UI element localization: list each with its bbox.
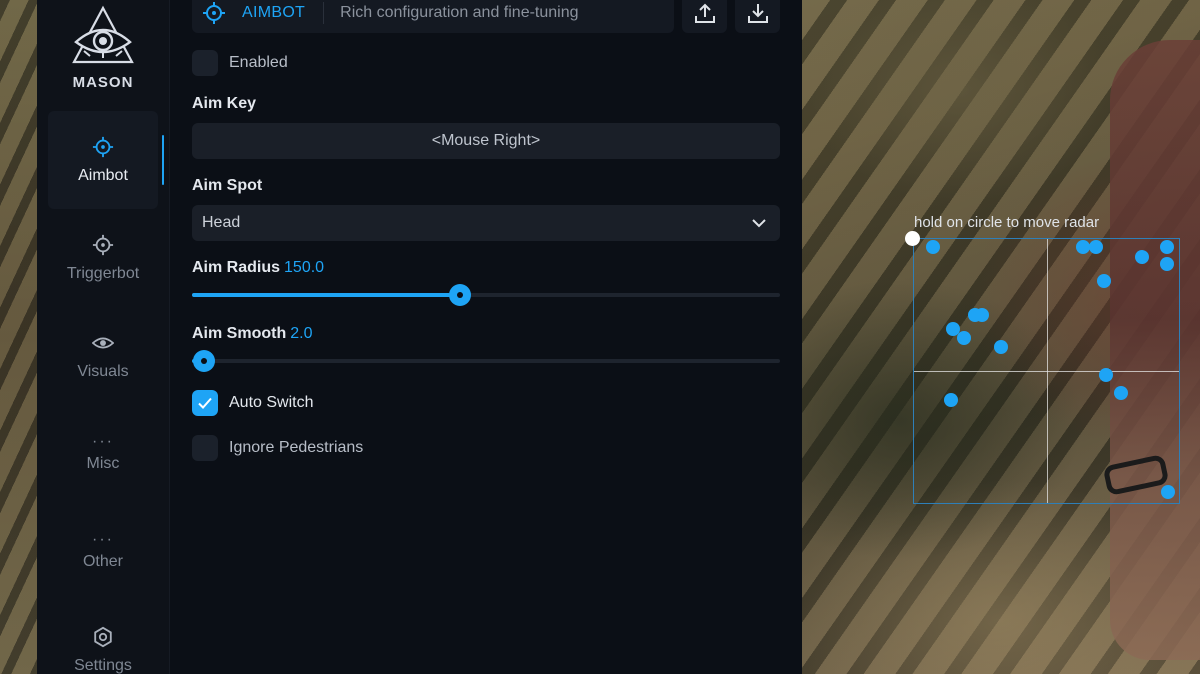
sidebar: MASON Aimbot Triggerbot Visuals ··· Misc… <box>37 0 170 674</box>
slider-fill <box>192 293 461 297</box>
aimbot-panel: AIMBOT Rich configuration and fine-tunin… <box>170 0 802 674</box>
radar-blip <box>1097 274 1111 288</box>
page-description: Rich configuration and fine-tuning <box>340 3 579 21</box>
sidebar-item-aimbot[interactable]: Aimbot <box>48 111 164 209</box>
export-config-button[interactable] <box>682 0 727 33</box>
aim-spot-label-text: Aim Spot <box>192 177 263 194</box>
radar-blip <box>1114 386 1128 400</box>
aim-smooth-label-text: Aim Smooth <box>192 325 287 342</box>
radar-blip <box>1076 240 1090 254</box>
auto-switch-toggle[interactable]: Auto Switch <box>192 390 313 416</box>
radar-hint-text: hold on circle to move radar <box>914 214 1100 231</box>
sidebar-item-misc[interactable]: ··· Misc <box>48 405 158 503</box>
aim-smooth-label: Aim Smooth 2.0 <box>192 325 312 343</box>
sidebar-item-visuals[interactable]: Visuals <box>48 307 158 405</box>
ignore-pedestrians-checkbox[interactable] <box>192 435 218 461</box>
eye-triangle-logo-icon <box>72 5 134 64</box>
radar-blip <box>1099 368 1113 382</box>
sidebar-item-label: Misc <box>86 455 120 472</box>
dots-icon: ··· <box>92 531 114 548</box>
aim-radius-label-text: Aim Radius <box>192 259 281 276</box>
enabled-checkbox[interactable] <box>192 50 218 76</box>
game-background-left <box>0 0 40 674</box>
aim-radius-label: Aim Radius 150.0 <box>192 259 324 277</box>
aim-spot-select[interactable]: Head <box>192 205 780 241</box>
auto-switch-label: Auto Switch <box>229 394 314 411</box>
sidebar-nav: Aimbot Triggerbot Visuals ··· Misc ··· O… <box>37 111 169 674</box>
radar-blip <box>926 240 940 254</box>
slider-track <box>192 359 780 363</box>
radar-blip <box>1161 485 1175 499</box>
sidebar-item-label: Visuals <box>77 362 129 380</box>
radar-blip <box>1160 257 1174 271</box>
download-icon <box>747 3 768 23</box>
aim-key-button[interactable]: <Mouse Right> <box>192 123 780 159</box>
auto-switch-checkbox[interactable] <box>192 390 218 416</box>
aim-radius-slider[interactable] <box>192 284 780 306</box>
radar-blip <box>957 331 971 345</box>
ignore-pedestrians-label: Ignore Pedestrians <box>229 439 364 456</box>
radar-blip <box>944 393 958 407</box>
aim-smooth-value: 2.0 <box>290 325 313 342</box>
logo: MASON <box>70 4 136 91</box>
sidebar-item-other[interactable]: ··· Other <box>48 503 158 601</box>
eye-icon <box>92 337 114 348</box>
sidebar-item-label: Triggerbot <box>66 264 140 282</box>
aim-radius-value: 150.0 <box>284 259 325 276</box>
crosshair-icon <box>92 234 114 255</box>
page-header: AIMBOT Rich configuration and fine-tunin… <box>192 0 674 33</box>
radar-vertical-axis <box>1047 239 1048 503</box>
sidebar-item-label: Aimbot <box>78 166 128 184</box>
radar-blip <box>975 308 989 322</box>
crosshair-icon <box>203 1 225 24</box>
gear-icon <box>94 626 112 647</box>
sidebar-item-label: Settings <box>74 656 132 674</box>
radar-blip <box>1135 250 1149 264</box>
slider-thumb[interactable] <box>449 284 472 306</box>
aim-smooth-slider[interactable] <box>192 350 780 372</box>
page-title: AIMBOT <box>242 3 306 21</box>
slider-thumb[interactable] <box>192 350 215 372</box>
ignore-pedestrians-toggle[interactable]: Ignore Pedestrians <box>192 435 363 461</box>
upload-icon <box>694 3 715 23</box>
cheat-menu-window: MASON Aimbot Triggerbot Visuals ··· Misc… <box>37 0 802 674</box>
sidebar-item-settings[interactable]: Settings <box>48 601 158 674</box>
sidebar-item-triggerbot[interactable]: Triggerbot <box>48 209 158 307</box>
radar[interactable] <box>913 238 1180 504</box>
import-config-button[interactable] <box>735 0 780 33</box>
aim-spot-label: Aim Spot <box>192 177 262 195</box>
logo-text: MASON <box>72 74 134 91</box>
enabled-label: Enabled <box>229 54 288 71</box>
aim-key-label-text: Aim Key <box>192 95 257 112</box>
crosshair-icon <box>92 136 114 157</box>
radar-blip <box>1160 240 1174 254</box>
radar-move-handle[interactable] <box>905 231 920 246</box>
sidebar-item-label: Other <box>82 553 123 570</box>
radar-blip <box>994 340 1008 354</box>
dots-icon: ··· <box>92 433 114 450</box>
enabled-toggle[interactable]: Enabled <box>192 50 288 76</box>
aim-key-label: Aim Key <box>192 95 256 113</box>
header-divider <box>323 1 325 24</box>
aim-spot-value: Head <box>202 214 241 231</box>
chevron-down-icon <box>752 219 766 228</box>
radar-blip <box>1089 240 1103 254</box>
checkmark-icon <box>198 397 212 409</box>
